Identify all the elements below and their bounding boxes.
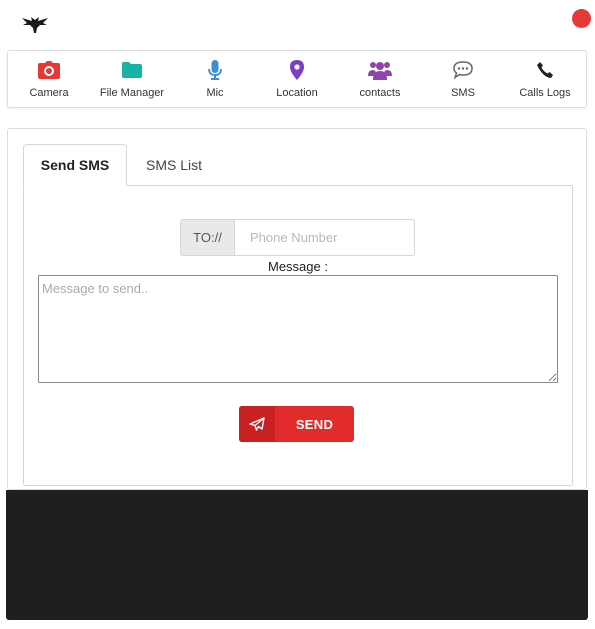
sms-panel: Send SMS SMS List TO:// Message : SEND: [7, 128, 587, 490]
status-indicator-dot: [572, 9, 591, 28]
microphone-icon: [203, 59, 227, 81]
phone-number-input[interactable]: [234, 219, 415, 256]
folder-icon: [120, 59, 144, 81]
message-label: Message :: [268, 259, 328, 274]
message-textarea[interactable]: [38, 275, 558, 383]
nav-label-contacts: contacts: [359, 87, 401, 99]
chat-bubble-icon: [451, 59, 475, 81]
nav-label-calls-logs: Calls Logs: [519, 87, 571, 99]
location-pin-icon: [285, 59, 309, 81]
feature-navbar: Camera File Manager Mic Location contact…: [7, 50, 587, 108]
to-prefix-label: TO://: [180, 219, 234, 256]
nav-label-camera: Camera: [29, 87, 69, 99]
tab-sms-list[interactable]: SMS List: [134, 144, 214, 186]
nav-label-sms: SMS: [451, 87, 475, 99]
top-bar: [0, 0, 595, 50]
phone-icon: [533, 59, 557, 81]
paper-plane-icon: [239, 406, 275, 442]
nav-label-mic: Mic: [206, 87, 224, 99]
nav-item-file-manager[interactable]: File Manager: [91, 51, 173, 107]
send-sms-form: TO:// Message : SEND: [23, 185, 573, 486]
nav-item-calls-logs[interactable]: Calls Logs: [504, 51, 586, 107]
nav-label-location: Location: [276, 87, 318, 99]
nav-item-sms[interactable]: SMS: [422, 51, 504, 107]
bird-logo-icon: [22, 17, 48, 33]
nav-item-contacts[interactable]: contacts: [339, 51, 421, 107]
nav-item-mic[interactable]: Mic: [174, 51, 256, 107]
tab-send-sms[interactable]: Send SMS: [23, 144, 127, 186]
recipient-group: TO://: [180, 219, 415, 256]
nav-item-location[interactable]: Location: [256, 51, 338, 107]
nav-item-camera[interactable]: Camera: [8, 51, 90, 107]
users-icon: [368, 59, 392, 81]
send-button-label: SEND: [295, 416, 334, 432]
camera-icon: [37, 59, 61, 81]
send-button[interactable]: SEND: [239, 406, 354, 442]
output-console: [6, 490, 588, 620]
nav-label-file-manager: File Manager: [99, 87, 165, 99]
